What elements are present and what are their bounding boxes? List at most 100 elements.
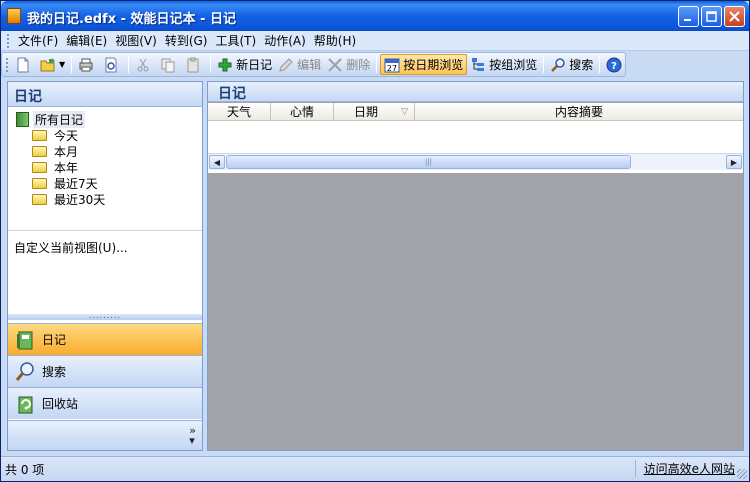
column-header-label: 心情: [289, 105, 314, 119]
diary-book-icon: [16, 111, 29, 127]
folder-icon: [32, 177, 47, 189]
calendar-icon: 27: [384, 58, 400, 73]
edit-label: 编辑: [297, 58, 322, 72]
browse-by-date-label: 按日期浏览: [403, 58, 464, 72]
scroll-left-button[interactable]: ◀: [209, 155, 225, 169]
new-file-icon: [17, 57, 29, 72]
title-bar[interactable]: 我的日记.edfx - 效能日记本 - 日记: [1, 1, 749, 31]
close-button[interactable]: [724, 6, 745, 27]
nav-button-label: 搜索: [42, 365, 67, 379]
pane-splitter-handle[interactable]: .........: [8, 312, 202, 320]
nav-button-label: 回收站: [42, 397, 79, 411]
paste-button[interactable]: [182, 54, 207, 75]
menu-tools[interactable]: 工具(T): [211, 32, 260, 49]
toolbar-separator: [128, 56, 130, 73]
toolbar-separator: [210, 56, 212, 73]
website-link[interactable]: 访问高效e人网站: [634, 460, 735, 477]
new-file-button[interactable]: [12, 54, 37, 75]
diary-tree: 所有日记 今天 本月 本年 最近7天 最近30天: [8, 107, 202, 230]
edit-button[interactable]: 编辑: [275, 54, 324, 75]
app-diary-icon: [7, 8, 21, 24]
open-folder-icon: [40, 57, 55, 71]
folder-icon: [32, 193, 47, 205]
tree-item-last-7-days[interactable]: 最近7天: [16, 175, 202, 191]
column-header-row: 天气 心情 日期 ▽ 内容摘要: [208, 103, 743, 121]
delete-button[interactable]: 删除: [324, 54, 373, 75]
copy-icon: [161, 58, 175, 72]
plus-icon: [218, 58, 232, 71]
tree-item-this-year[interactable]: 本年: [16, 159, 202, 175]
tree-item-this-month[interactable]: 本月: [16, 143, 202, 159]
nav-pane-footer: » ▾: [8, 420, 202, 450]
group-tree-icon: [472, 57, 485, 71]
toolbar-separator: [599, 56, 601, 73]
paste-icon: [187, 57, 199, 72]
svg-text:?: ?: [611, 61, 617, 72]
column-header-label: 天气: [226, 105, 251, 119]
nav-button-label: 日记: [42, 333, 67, 347]
folder-icon: [32, 145, 47, 157]
toolbar-grip: [6, 57, 8, 72]
print-button[interactable]: [75, 54, 100, 75]
column-header-summary[interactable]: 内容摘要: [415, 103, 743, 120]
diary-book-icon: [17, 331, 33, 349]
menu-actions[interactable]: 动作(A): [260, 32, 310, 49]
browse-by-date-button[interactable]: 27 按日期浏览: [380, 54, 468, 75]
toolbar: ▼ 新日记 编辑 删除 27 按日期浏览 按组浏览 搜索 ?: [1, 52, 626, 77]
print-preview-button[interactable]: [100, 54, 125, 75]
tree-item-last-30-days[interactable]: 最近30天: [16, 191, 202, 207]
help-icon: ?: [606, 57, 622, 72]
new-diary-button[interactable]: 新日记: [214, 54, 275, 75]
chevron-more-icon[interactable]: » ▾: [189, 425, 196, 446]
search-icon: [15, 361, 34, 381]
cut-button[interactable]: [132, 54, 157, 75]
nav-button-recycle-bin[interactable]: 回收站: [8, 387, 202, 419]
menu-view[interactable]: 视图(V): [111, 32, 161, 49]
search-icon: [551, 57, 565, 72]
toolbar-separator: [71, 56, 73, 73]
menu-help[interactable]: 帮助(H): [310, 32, 360, 49]
diary-list[interactable]: 天气 心情 日期 ▽ 内容摘要 ◀ ||| ▶: [208, 103, 743, 173]
resize-grip[interactable]: [737, 469, 747, 479]
tree-item-all-diaries[interactable]: 所有日记: [16, 110, 202, 128]
help-button[interactable]: ?: [603, 54, 628, 75]
copy-button[interactable]: [157, 54, 182, 75]
column-header-weather[interactable]: 天气: [208, 103, 271, 120]
navigation-pane-title: 日记: [8, 82, 202, 107]
search-button[interactable]: 搜索: [547, 54, 596, 75]
status-bar: 共 0 项 访问高效e人网站: [1, 456, 749, 481]
minimize-button[interactable]: [678, 6, 699, 27]
new-diary-label: 新日记: [236, 58, 273, 72]
app-window: 我的日记.edfx - 效能日记本 - 日记 文件(F) 编辑(E) 视图(V)…: [0, 0, 750, 482]
pencil-icon: [279, 57, 293, 72]
folder-icon: [32, 129, 47, 141]
customize-view-link[interactable]: 自定义当前视图(U)...: [8, 231, 202, 264]
menu-edit[interactable]: 编辑(E): [62, 32, 111, 49]
nav-button-diary[interactable]: 日记: [8, 323, 202, 355]
nav-button-search[interactable]: 搜索: [8, 355, 202, 387]
open-file-button[interactable]: ▼: [37, 54, 68, 75]
browse-by-group-button[interactable]: 按组浏览: [467, 54, 540, 75]
tree-item-label: 最近7天: [54, 176, 98, 191]
toolbar-separator: [543, 56, 545, 73]
item-count-status: 共 0 项: [5, 463, 45, 477]
horizontal-scrollbar[interactable]: ◀ ||| ▶: [208, 153, 743, 170]
dropdown-arrow-icon[interactable]: ▼: [59, 60, 65, 69]
scrollbar-thumb[interactable]: |||: [226, 155, 631, 169]
tree-item-label: 本月: [54, 144, 79, 159]
svg-text:27: 27: [387, 64, 397, 73]
tree-item-label: 今天: [54, 128, 79, 143]
maximize-icon: [706, 11, 717, 22]
menu-goto[interactable]: 转到(G): [161, 32, 212, 49]
maximize-button[interactable]: [701, 6, 722, 27]
sort-descending-icon: ▽: [401, 106, 408, 117]
browse-by-group-label: 按组浏览: [489, 58, 538, 72]
delete-x-icon: [328, 57, 342, 72]
menu-bar: 文件(F) 编辑(E) 视图(V) 转到(G) 工具(T) 动作(A) 帮助(H…: [1, 31, 749, 51]
column-header-date[interactable]: 日期 ▽: [334, 103, 415, 120]
search-label: 搜索: [569, 58, 594, 72]
menu-file[interactable]: 文件(F): [14, 32, 62, 49]
scroll-right-button[interactable]: ▶: [726, 155, 742, 169]
tree-item-today[interactable]: 今天: [16, 127, 202, 143]
column-header-mood[interactable]: 心情: [271, 103, 334, 120]
